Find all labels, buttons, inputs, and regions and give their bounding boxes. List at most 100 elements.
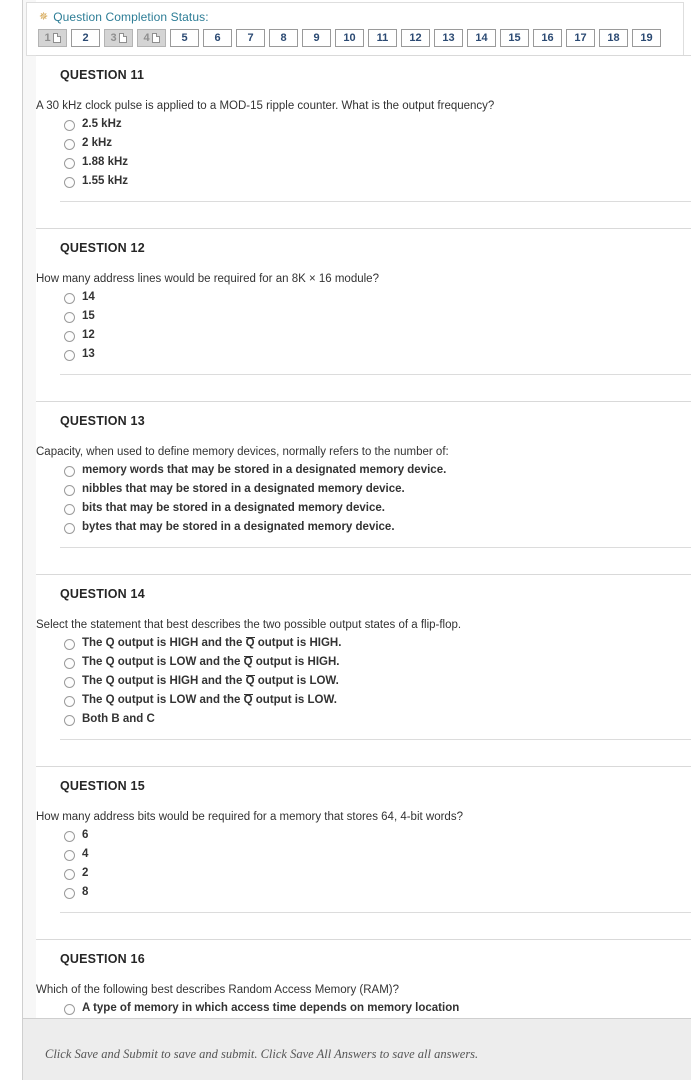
answer-option-label: 8 bbox=[82, 886, 89, 898]
question-heading: QUESTION 11 bbox=[60, 68, 145, 82]
answer-option-label: 4 bbox=[82, 848, 89, 860]
answer-option-label: 6 bbox=[82, 829, 89, 841]
radio-button-icon[interactable] bbox=[64, 504, 75, 515]
answer-option[interactable]: The Q output is LOW and the Q output is … bbox=[64, 691, 691, 710]
answer-option[interactable]: 8 bbox=[64, 883, 691, 902]
radio-button-icon[interactable] bbox=[64, 350, 75, 361]
answer-option[interactable]: nibbles that may be stored in a designat… bbox=[64, 480, 691, 499]
question-nav-button-4[interactable]: 4 bbox=[137, 29, 166, 47]
answer-option[interactable]: memory words that may be stored in a des… bbox=[64, 461, 691, 480]
question-nav-button-2[interactable]: 2 bbox=[71, 29, 100, 47]
answer-option[interactable]: 4 bbox=[64, 845, 691, 864]
question-completion-status-panel: ✵ Question Completion Status: 1234567891… bbox=[26, 2, 684, 56]
answer-option-label: The Q output is LOW and the Q output is … bbox=[82, 655, 339, 670]
answer-option[interactable]: A type of memory in which access time de… bbox=[64, 999, 691, 1018]
question-nav-button-6[interactable]: 6 bbox=[203, 29, 232, 47]
radio-button-icon[interactable] bbox=[64, 523, 75, 534]
answer-option-label: Both B and C bbox=[82, 712, 155, 727]
answer-option[interactable]: 2.5 kHz bbox=[64, 115, 691, 134]
question-nav-button-label: 2 bbox=[82, 32, 89, 44]
answer-option[interactable]: 12 bbox=[64, 326, 691, 345]
question-nav-button-14[interactable]: 14 bbox=[467, 29, 496, 47]
question-nav-button-8[interactable]: 8 bbox=[269, 29, 298, 47]
question-nav-button-18[interactable]: 18 bbox=[599, 29, 628, 47]
radio-button-icon[interactable] bbox=[64, 331, 75, 342]
answer-option[interactable]: 2 kHz bbox=[64, 134, 691, 153]
answer-option[interactable]: 6 bbox=[64, 826, 691, 845]
q-not-overline-symbol: Q bbox=[243, 656, 253, 668]
answer-option[interactable]: The Q output is HIGH and the Q output is… bbox=[64, 672, 691, 691]
radio-button-icon[interactable] bbox=[64, 677, 75, 688]
q-not-overline-symbol: Q bbox=[243, 694, 253, 706]
question-nav-button-17[interactable]: 17 bbox=[566, 29, 595, 47]
answer-option[interactable]: 14 bbox=[64, 288, 691, 307]
question-spacer bbox=[36, 375, 691, 401]
answer-option-label: 2 bbox=[82, 867, 89, 879]
answer-option[interactable]: The Q output is LOW and the Q output is … bbox=[64, 653, 691, 672]
radio-button-icon[interactable] bbox=[64, 466, 75, 477]
answer-label-prefix: The Q output is HIGH and the bbox=[82, 637, 246, 649]
question-nav-button-11[interactable]: 11 bbox=[368, 29, 397, 47]
radio-button-icon[interactable] bbox=[64, 639, 75, 650]
question-heading: QUESTION 16 bbox=[60, 952, 145, 966]
answer-label-suffix: output is HIGH. bbox=[254, 637, 342, 649]
question-nav-button-3[interactable]: 3 bbox=[104, 29, 133, 47]
question-spacer bbox=[36, 913, 691, 939]
question-nav-button-16[interactable]: 16 bbox=[533, 29, 562, 47]
question-inner: QUESTION 12 How many address lines would … bbox=[36, 229, 691, 364]
radio-button-icon[interactable] bbox=[64, 312, 75, 323]
radio-button-icon[interactable] bbox=[64, 485, 75, 496]
question-text: Which of the following best describes Ra… bbox=[36, 984, 400, 996]
answer-option-list: 6 4 2 8 bbox=[60, 826, 691, 902]
answer-option[interactable]: 1.88 kHz bbox=[64, 153, 691, 172]
radio-button-icon[interactable] bbox=[64, 831, 75, 842]
radio-button-icon[interactable] bbox=[64, 850, 75, 861]
question-nav-button-13[interactable]: 13 bbox=[434, 29, 463, 47]
radio-button-icon[interactable] bbox=[64, 158, 75, 169]
question-block: QUESTION 13 Capacity, when used to define… bbox=[36, 401, 691, 574]
question-nav-button-12[interactable]: 12 bbox=[401, 29, 430, 47]
question-nav-button-7[interactable]: 7 bbox=[236, 29, 265, 47]
question-text: How many address bits would be required … bbox=[36, 811, 463, 823]
answer-option-label: 14 bbox=[82, 291, 95, 303]
answer-option[interactable]: 13 bbox=[64, 345, 691, 364]
answer-option[interactable]: Both B and C bbox=[64, 710, 691, 729]
question-nav-button-1[interactable]: 1 bbox=[38, 29, 67, 47]
radio-button-icon[interactable] bbox=[64, 177, 75, 188]
radio-button-icon[interactable] bbox=[64, 696, 75, 707]
answer-option-label: 1.88 kHz bbox=[82, 156, 129, 168]
radio-button-icon[interactable] bbox=[64, 139, 75, 150]
question-nav-button-19[interactable]: 19 bbox=[632, 29, 661, 47]
question-block: QUESTION 12 How many address lines would … bbox=[36, 228, 691, 401]
question-nav-button-label: 4 bbox=[143, 32, 150, 44]
question-nav-button-label: 11 bbox=[376, 32, 389, 44]
radio-button-icon[interactable] bbox=[64, 658, 75, 669]
answer-option[interactable]: bits that may be stored in a designated … bbox=[64, 499, 691, 518]
answer-option-list: The Q output is HIGH and the Q output is… bbox=[60, 634, 691, 729]
answer-option[interactable]: 1.55 kHz bbox=[64, 172, 691, 191]
answer-label-prefix: The Q output is LOW and the bbox=[82, 656, 244, 668]
radio-button-icon[interactable] bbox=[64, 869, 75, 880]
answer-option-label: The Q output is HIGH and the Q output is… bbox=[82, 636, 341, 651]
answer-option-label: nibbles that may be stored in a designat… bbox=[82, 483, 405, 495]
question-nav-button-9[interactable]: 9 bbox=[302, 29, 331, 47]
answer-option[interactable]: bytes that may be stored in a designated… bbox=[64, 518, 691, 537]
question-nav-button-label: 17 bbox=[574, 32, 587, 44]
answer-option[interactable]: 2 bbox=[64, 864, 691, 883]
radio-button-icon[interactable] bbox=[64, 1004, 75, 1015]
answer-option[interactable]: The Q output is HIGH and the Q output is… bbox=[64, 634, 691, 653]
radio-button-icon[interactable] bbox=[64, 120, 75, 131]
question-spacer bbox=[36, 548, 691, 574]
question-nav-button-5[interactable]: 5 bbox=[170, 29, 199, 47]
question-nav-button-label: 1 bbox=[44, 32, 51, 44]
radio-button-icon[interactable] bbox=[64, 293, 75, 304]
answer-option-label: 12 bbox=[82, 329, 95, 341]
question-nav-button-label: 9 bbox=[313, 32, 320, 44]
radio-button-icon[interactable] bbox=[64, 888, 75, 899]
question-nav-button-10[interactable]: 10 bbox=[335, 29, 364, 47]
question-nav-button-15[interactable]: 15 bbox=[500, 29, 529, 47]
exam-footer-bar: Click Save and Submit to save and submit… bbox=[23, 1018, 691, 1080]
answer-option[interactable]: 15 bbox=[64, 307, 691, 326]
question-heading: QUESTION 12 bbox=[60, 241, 145, 255]
radio-button-icon[interactable] bbox=[64, 715, 75, 726]
